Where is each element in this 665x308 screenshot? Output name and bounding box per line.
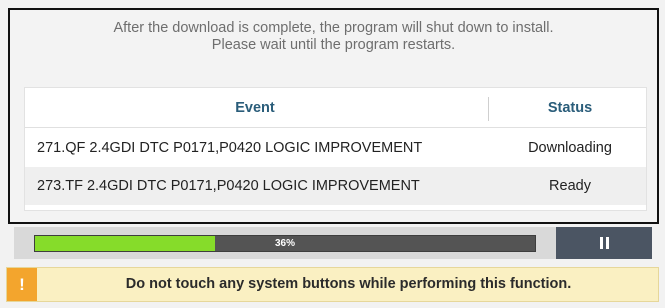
warning-icon: ! xyxy=(7,268,37,301)
install-message-line-2: Please wait until the program restarts. xyxy=(211,37,456,53)
table-row[interactable]: 271.QF 2.4GDI DTC P0171,P0420 LOGIC IMPR… xyxy=(25,129,646,167)
install-message-line-1: After the download is complete, the prog… xyxy=(113,20,554,36)
column-header-event: Event xyxy=(235,100,275,116)
pause-button[interactable] xyxy=(556,227,652,259)
status-cell: Downloading xyxy=(528,140,612,156)
events-table: Event Status 271.QF 2.4GDI DTC P0171,P04… xyxy=(24,87,647,211)
table-header: Event Status xyxy=(25,88,646,128)
warning-text: Do not touch any system buttons while pe… xyxy=(125,276,572,292)
update-dialog: After the download is complete, the prog… xyxy=(0,0,665,308)
status-cell: Ready xyxy=(549,178,591,194)
event-cell: 271.QF 2.4GDI DTC P0171,P0420 LOGIC IMPR… xyxy=(37,140,423,156)
progress-percent: 36% xyxy=(274,238,295,249)
column-header-status: Status xyxy=(547,100,593,116)
install-message: After the download is complete, the prog… xyxy=(10,20,657,54)
progress-area: 36% xyxy=(14,227,652,259)
download-progress-bar: 36% xyxy=(34,235,536,252)
column-divider xyxy=(488,97,489,121)
table-row[interactable]: 273.TF 2.4GDI DTC P0171,P0420 LOGIC IMPR… xyxy=(25,167,646,205)
download-panel: After the download is complete, the prog… xyxy=(8,8,659,224)
warning-banner: ! Do not touch any system buttons while … xyxy=(6,267,659,302)
pause-icon xyxy=(599,237,609,249)
event-cell: 273.TF 2.4GDI DTC P0171,P0420 LOGIC IMPR… xyxy=(37,178,420,194)
